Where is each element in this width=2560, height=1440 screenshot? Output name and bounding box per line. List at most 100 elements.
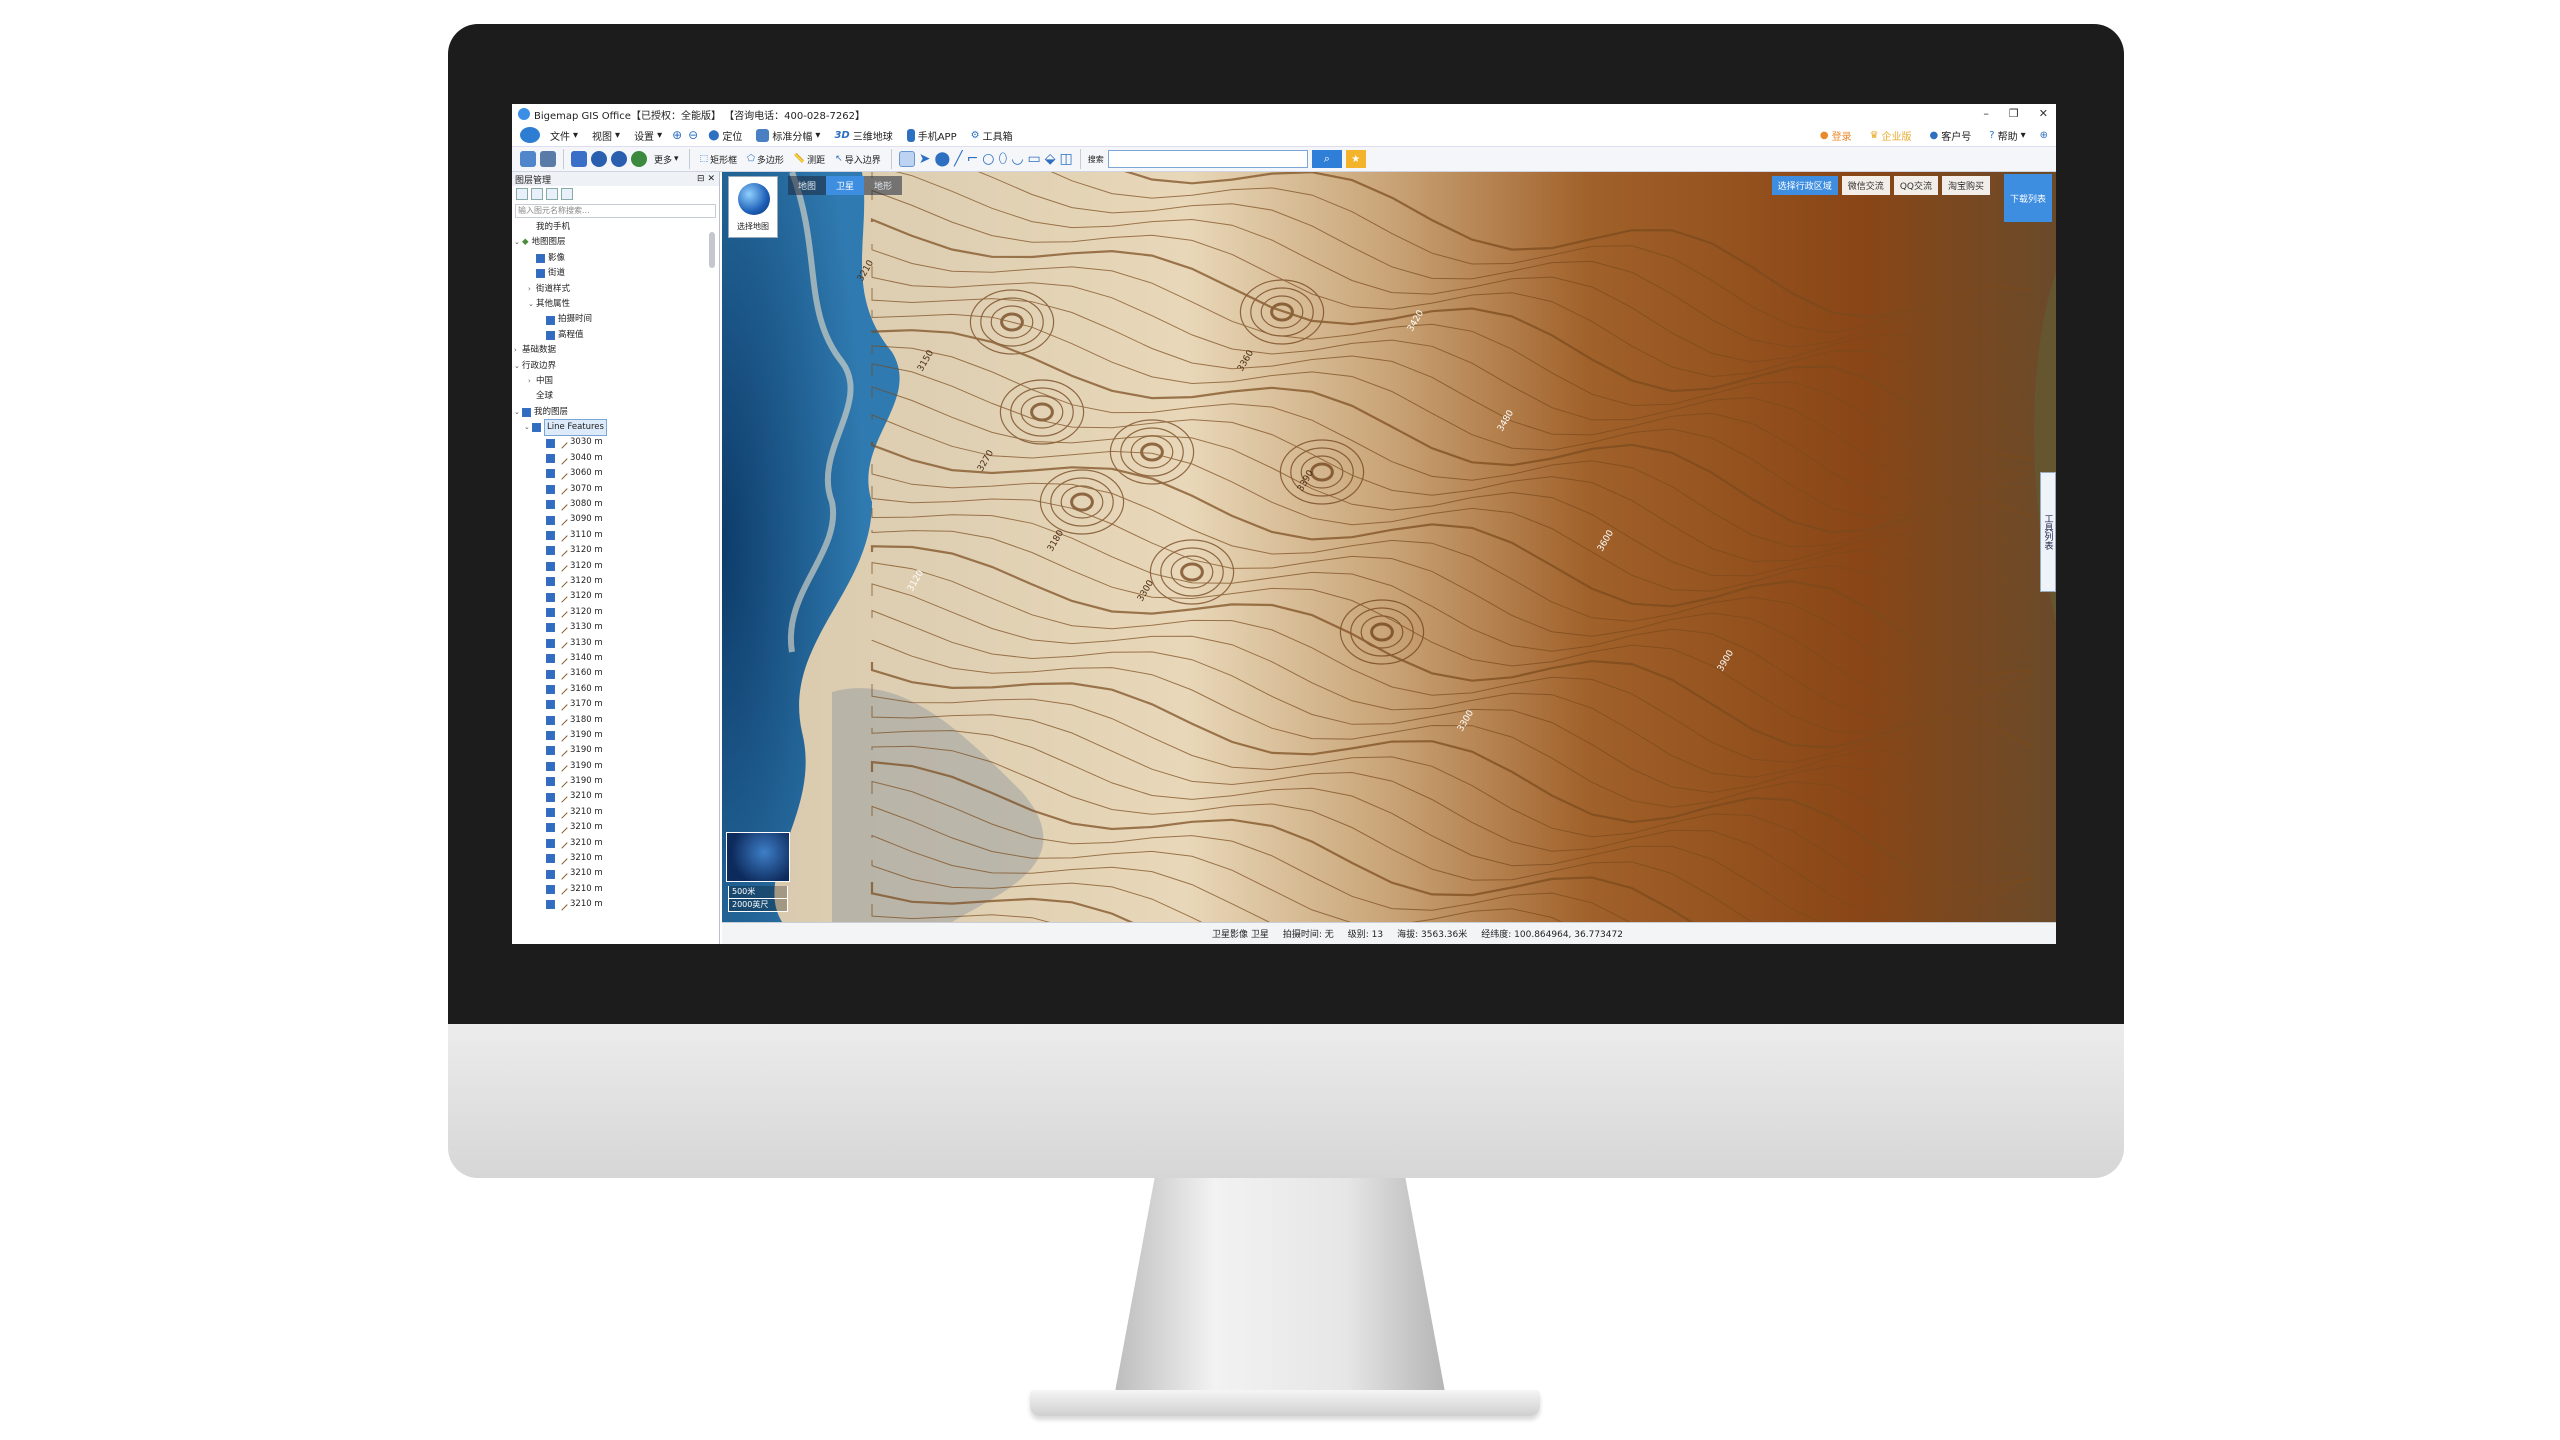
customer-button[interactable]: ● 客户号 <box>1926 125 1976 145</box>
layer-search-input[interactable]: 输入图元名称搜索... <box>515 204 716 218</box>
search-input[interactable] <box>1107 150 1308 168</box>
restore-icon[interactable]: ❐ <box>2009 104 2019 124</box>
tree-item[interactable]: ⌄ 其他属性 <box>514 297 719 312</box>
pan-hand-icon[interactable] <box>898 151 915 167</box>
contour-layer-item[interactable]: 3080 m <box>514 497 719 512</box>
checkbox[interactable] <box>546 761 555 771</box>
contour-layer-item[interactable]: 3120 m <box>514 589 719 604</box>
contour-layer-item[interactable]: 3120 m <box>514 574 719 589</box>
tool-list-tab[interactable]: 工具列表 <box>2040 472 2056 592</box>
target-icon[interactable]: ⊕ <box>2040 130 2048 141</box>
tree-item[interactable]: ⌄ 行政边界 <box>514 359 719 374</box>
menu-mobile[interactable]: 手机APP <box>903 125 961 145</box>
zoom-out-icon[interactable]: ⊖ <box>688 128 698 142</box>
tree-item[interactable]: › 中国 <box>514 374 719 389</box>
tree-item[interactable]: ⌄ ◆ 地图图层 <box>514 235 719 250</box>
contour-layer-item[interactable]: 3210 m <box>514 805 719 820</box>
tree-item[interactable]: 高程值 <box>514 328 719 343</box>
checkbox[interactable] <box>546 684 555 694</box>
folder-icon[interactable] <box>516 188 528 200</box>
checkbox[interactable] <box>546 577 555 587</box>
checkbox[interactable] <box>546 808 555 818</box>
checkbox[interactable] <box>546 607 555 617</box>
checkbox[interactable] <box>546 777 555 787</box>
tree-item[interactable]: › 街道样式 <box>514 282 719 297</box>
contour-layer-item[interactable]: 3190 m <box>514 743 719 758</box>
tree-item[interactable]: ⌄ 我的图层 <box>514 405 719 420</box>
contour-layer-item[interactable]: 3090 m <box>514 512 719 527</box>
contour-layer-item[interactable]: 3120 m <box>514 543 719 558</box>
tree-item[interactable]: 街道 <box>514 266 719 281</box>
checkbox[interactable] <box>546 469 555 479</box>
scrollbar[interactable] <box>709 232 715 268</box>
import-boundary-button[interactable]: ↖ 导入边界 <box>832 148 884 170</box>
contour-layer-item[interactable]: 3190 m <box>514 759 719 774</box>
globe-2-icon[interactable] <box>611 151 627 167</box>
minimap[interactable] <box>726 832 790 882</box>
checkbox[interactable] <box>546 900 555 910</box>
contour-layer-item[interactable]: 3210 m <box>514 851 719 866</box>
contour-layer-item[interactable]: 3120 m <box>514 605 719 620</box>
checkbox[interactable] <box>546 854 555 864</box>
tree-item[interactable]: 影像 <box>514 251 719 266</box>
checkbox[interactable] <box>546 531 555 540</box>
contour-layer-item[interactable]: 3130 m <box>514 620 719 635</box>
checkbox[interactable] <box>546 654 555 664</box>
save-layer-icon[interactable] <box>531 188 543 200</box>
line-icon[interactable]: ╱ <box>954 151 962 167</box>
checkbox[interactable] <box>546 823 555 833</box>
checkbox[interactable] <box>546 515 555 525</box>
checkbox[interactable] <box>536 253 545 263</box>
menu-3d[interactable]: 3D 三维地球 <box>830 125 896 145</box>
taobao-button[interactable]: 淘宝购买 <box>1941 176 1990 195</box>
layers-icon[interactable] <box>571 151 587 167</box>
menu-file[interactable]: 文件 ▾ <box>546 125 582 145</box>
checkbox[interactable] <box>546 838 555 848</box>
tab-map[interactable]: 地图 <box>788 176 827 195</box>
earth-icon[interactable] <box>631 151 647 167</box>
expand-icon[interactable] <box>546 188 558 200</box>
measure-tool-icon[interactable]: ⬙ <box>1045 151 1056 167</box>
checkbox[interactable] <box>546 546 555 556</box>
contour-layer-item[interactable]: 3210 m <box>514 836 719 851</box>
checkbox[interactable] <box>546 700 555 710</box>
checkbox[interactable] <box>532 423 541 433</box>
measure-button[interactable]: 📏 测距 <box>791 148 828 170</box>
contour-layer-item[interactable]: 3210 m <box>514 882 719 897</box>
open-folder-icon[interactable] <box>520 151 536 167</box>
menu-grid[interactable]: 标准分幅 ▾ <box>752 125 824 145</box>
tree-item[interactable]: › 基础数据 <box>514 343 719 358</box>
checkbox[interactable] <box>546 315 555 325</box>
contour-layer-item[interactable]: 3040 m <box>514 451 719 466</box>
checkbox[interactable] <box>546 731 555 741</box>
menu-locate[interactable]: ⬤ 定位 <box>704 125 746 145</box>
contour-layer-item[interactable]: 3210 m <box>514 897 719 912</box>
contour-layer-item[interactable]: 3210 m <box>514 820 719 835</box>
area-icon[interactable]: ◫ <box>1060 151 1073 167</box>
tree-item[interactable]: ⌄ Line Features <box>514 419 719 437</box>
contour-layer-item[interactable]: 3060 m <box>514 466 719 481</box>
checkbox[interactable] <box>546 869 555 879</box>
checkbox[interactable] <box>546 623 555 633</box>
map-view[interactable]: 3210 3150 3270 3180 3300 3360 3390 3420 3480 3600… <box>722 172 2056 922</box>
enterprise-button[interactable]: ♛ 企业版 <box>1866 125 1916 145</box>
tab-terrain[interactable]: 地形 <box>864 176 903 195</box>
contour-layer-item[interactable]: 3160 m <box>514 682 719 697</box>
choose-map-button[interactable]: 选择地图 <box>728 176 778 238</box>
home-icon[interactable] <box>520 127 540 143</box>
contour-layer-item[interactable]: 3170 m <box>514 697 719 712</box>
pin-panel-icon[interactable]: ⊟ ✕ <box>697 174 715 184</box>
checkbox[interactable] <box>546 715 555 725</box>
select-admin-button[interactable]: 选择行政区域 <box>1771 176 1838 195</box>
pointer-icon[interactable]: ➤ <box>919 151 931 167</box>
checkbox[interactable] <box>546 500 555 510</box>
menu-toolbox[interactable]: ⚙ 工具箱 <box>967 125 1017 145</box>
circle-icon[interactable]: ○ <box>982 151 994 167</box>
polyline-icon[interactable]: ⌐ <box>967 151 979 167</box>
polygon-select-button[interactable]: ⬠ 多边形 <box>744 148 787 170</box>
wechat-button[interactable]: 微信交流 <box>1841 176 1890 195</box>
checkbox[interactable] <box>546 484 555 494</box>
checkbox[interactable] <box>546 884 555 894</box>
checkbox[interactable] <box>546 438 555 448</box>
close-icon[interactable]: ✕ <box>2039 104 2048 124</box>
